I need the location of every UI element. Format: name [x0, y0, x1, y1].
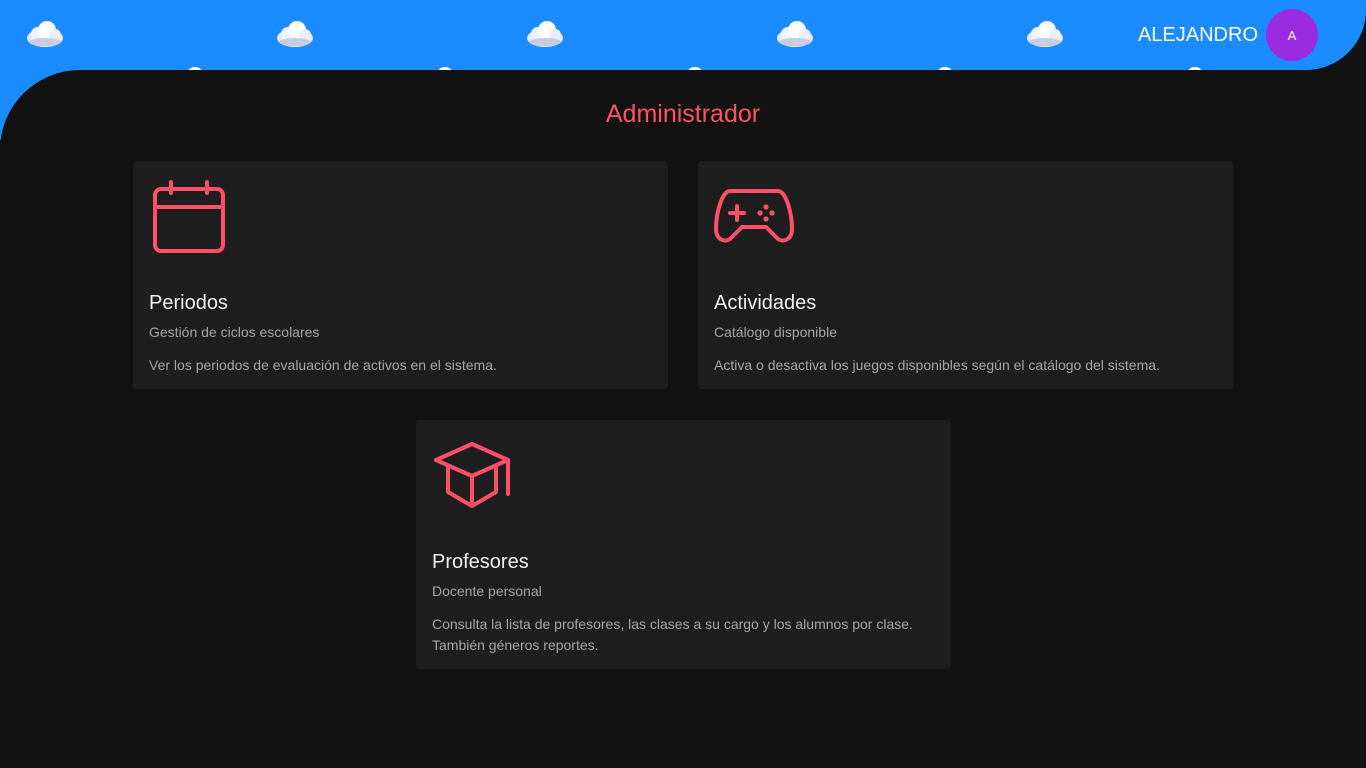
card-periodos[interactable]: Periodos Gestión de ciclos escolares Ver…: [133, 161, 668, 389]
gamepad-icon: [714, 189, 794, 243]
cloud-icon: [1027, 21, 1063, 47]
calendar-icon: [153, 180, 225, 253]
card-title: Periodos: [149, 292, 228, 314]
avatar[interactable]: A: [1266, 9, 1318, 61]
card-description: Consulta la lista de profesores, las cla…: [432, 616, 913, 653]
user-name: ALEJANDRO: [1137, 23, 1258, 46]
cloud-icon: [777, 21, 813, 47]
user-menu[interactable]: ALEJANDRO A: [1138, 9, 1318, 61]
card-subtitle: Catálogo disponible: [714, 324, 837, 340]
card-actividades[interactable]: Actividades Catálogo disponible Activa o…: [698, 161, 1233, 389]
card-description: Activa o desactiva los juegos disponible…: [714, 357, 1160, 373]
card-subtitle: Gestión de ciclos escolares: [149, 324, 320, 340]
cloud-icon: [27, 21, 63, 47]
card-title: Actividades: [714, 292, 817, 314]
page-title: Administrador: [605, 100, 761, 128]
card-profesores[interactable]: Profesores Docente personal Consulta la …: [416, 420, 951, 669]
graduation-cap-icon: [434, 442, 510, 508]
cloud-icon: [527, 21, 563, 47]
app-page: ALEJANDRO A Administrador Periodos Gesti…: [0, 0, 1366, 768]
cloud-icon: [277, 21, 313, 47]
card-subtitle: Docente personal: [432, 583, 542, 599]
card-description: Ver los periodos de evaluación de activo…: [149, 357, 497, 373]
card-title: Profesores: [432, 551, 529, 573]
